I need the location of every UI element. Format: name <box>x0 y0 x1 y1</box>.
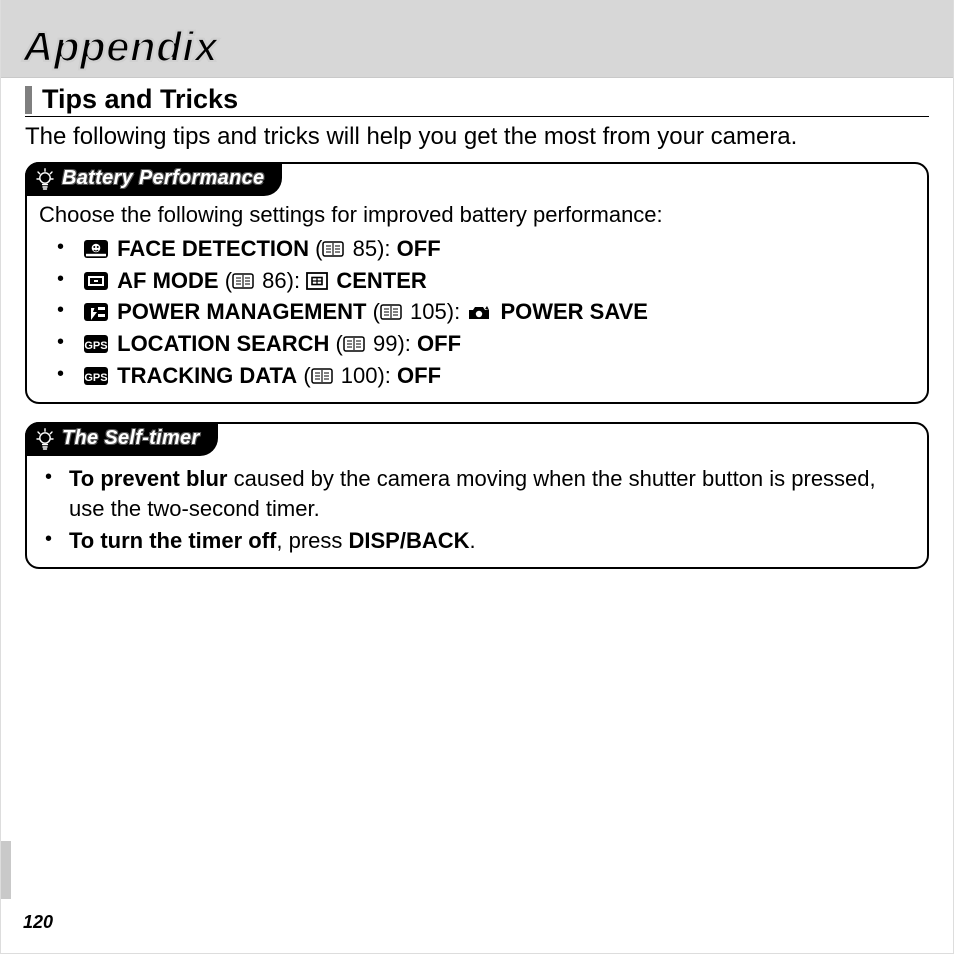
svg-text:GPS: GPS <box>84 340 107 352</box>
end-text: . <box>470 528 476 553</box>
side-tab <box>1 841 11 899</box>
page-ref-icon <box>322 236 344 254</box>
page-ref-icon <box>311 363 333 381</box>
tip-tab-selftimer: The Self-timer <box>25 422 218 456</box>
lightbulb-icon <box>35 167 55 191</box>
paren-close: ): <box>397 331 417 356</box>
center-icon <box>306 268 328 286</box>
tip-battery-intro: Choose the following settings for improv… <box>39 200 915 230</box>
setting-value: OFF <box>397 236 441 261</box>
paren-close: ): <box>287 268 307 293</box>
page-number: 86 <box>262 268 286 293</box>
svg-text:GPS: GPS <box>84 372 107 384</box>
lead-bold: To turn the timer off <box>69 528 276 553</box>
setting-name: AF MODE <box>117 268 218 293</box>
setting-value: POWER SAVE <box>500 299 648 324</box>
button-ref: DISP/BACK <box>349 528 470 553</box>
page-ref-icon <box>343 331 365 349</box>
gps-icon: GPS <box>83 364 109 384</box>
list-item: To prevent blur caused by the camera mov… <box>39 464 915 523</box>
setting-value: OFF <box>417 331 461 356</box>
paren-close: ): <box>447 299 467 324</box>
list-item: GPS TRACKING DATA ( 100): OFF <box>39 361 915 391</box>
paren-open: ( <box>303 363 310 388</box>
list-item: GPS LOCATION SEARCH ( 99): OFF <box>39 329 915 359</box>
paren-close: ): <box>377 363 397 388</box>
paren-open: ( <box>336 331 343 356</box>
setting-name: TRACKING DATA <box>117 363 297 388</box>
setting-value: OFF <box>397 363 441 388</box>
tip-tab-label: Battery Performance <box>62 165 264 192</box>
setting-name: LOCATION SEARCH <box>117 331 329 356</box>
page-number: 100 <box>341 363 378 388</box>
gps-icon: GPS <box>83 332 109 352</box>
rest-text: , press <box>276 528 348 553</box>
tip-selftimer-list: To prevent blur caused by the camera mov… <box>39 464 915 555</box>
paren-open: ( <box>315 236 322 261</box>
header-bar: Appendix <box>1 0 953 78</box>
tip-tab-battery: Battery Performance <box>25 162 282 196</box>
page-title: Appendix <box>23 23 218 71</box>
page-number: 85 <box>353 236 377 261</box>
tip-tab-label: The Self-timer <box>62 425 200 452</box>
list-item: POWER MANAGEMENT ( 105): POWER SAVE <box>39 297 915 327</box>
page-number: 99 <box>373 331 397 356</box>
page-ref-icon <box>232 268 254 286</box>
list-item: To turn the timer off, press DISP/BACK. <box>39 526 915 556</box>
setting-name: FACE DETECTION <box>117 236 309 261</box>
face-detection-icon <box>83 237 109 257</box>
power-save-icon <box>466 300 492 320</box>
list-item: FACE DETECTION ( 85): OFF <box>39 234 915 264</box>
setting-name: POWER MANAGEMENT <box>117 299 366 324</box>
tip-battery-list: FACE DETECTION ( 85): OFF AF MODE ( 86): <box>39 234 915 390</box>
page-frame: Appendix Tips and Tricks The following t… <box>0 0 954 954</box>
page-ref-icon <box>380 299 402 317</box>
tip-box-battery: Battery Performance Choose the following… <box>25 162 929 404</box>
lightbulb-icon <box>35 427 55 451</box>
list-item: AF MODE ( 86): CENTER <box>39 266 915 296</box>
page-number: 105 <box>410 299 447 324</box>
paren-close: ): <box>377 236 397 261</box>
page-number: 120 <box>23 912 53 933</box>
section-intro: The following tips and tricks will help … <box>25 121 929 152</box>
lead-bold: To prevent blur <box>69 466 228 491</box>
paren-open: ( <box>373 299 380 324</box>
section-title: Tips and Tricks <box>42 84 238 115</box>
section-heading-row: Tips and Tricks <box>25 84 929 117</box>
power-mgmt-icon <box>83 300 109 320</box>
section-accent-bar <box>25 86 32 114</box>
paren-open: ( <box>225 268 232 293</box>
tip-box-selftimer: The Self-timer To prevent blur caused by… <box>25 422 929 569</box>
af-mode-icon <box>83 269 109 289</box>
setting-value: CENTER <box>336 268 426 293</box>
content: Tips and Tricks The following tips and t… <box>1 78 953 569</box>
